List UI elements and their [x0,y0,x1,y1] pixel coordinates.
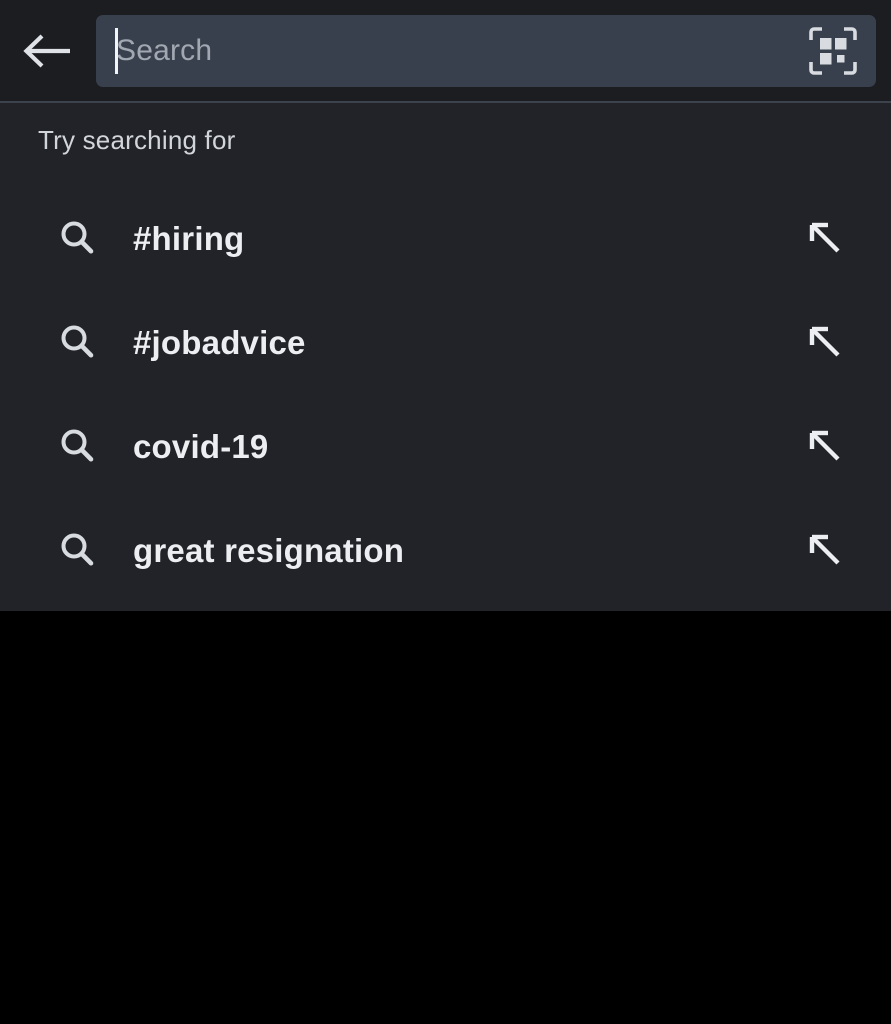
suggestion-label: #jobadvice [133,323,306,361]
search-icon [55,320,99,364]
arrow-up-left-icon [809,222,840,253]
arrow-left-icon [23,32,73,70]
search-placeholder: Search [116,33,213,67]
search-screen: Search Try searching for #hiring #jobadv… [0,0,891,1024]
search-icon [55,424,99,468]
back-button[interactable] [0,0,96,102]
suggestion-label: #hiring [133,219,245,257]
suggestion-row[interactable]: great resignation [0,498,891,602]
search-icon [55,528,99,572]
fill-query-button[interactable] [799,316,851,368]
search-header: Search [0,0,891,103]
suggestion-list: #hiring #jobadvice covid-19 great resign… [0,186,891,602]
suggestion-label: covid-19 [133,427,269,465]
search-input-field[interactable]: Search [96,14,876,87]
fill-query-button[interactable] [799,524,851,576]
suggestion-row[interactable]: #hiring [0,186,891,290]
arrow-up-left-icon [809,534,840,565]
fill-query-button[interactable] [799,212,851,264]
arrow-up-left-icon [809,430,840,461]
suggestion-label: great resignation [133,531,405,569]
section-title: Try searching for [38,125,236,155]
arrow-up-left-icon [809,326,840,357]
suggestion-row[interactable]: #jobadvice [0,290,891,394]
text-cursor [115,27,118,74]
fill-query-button[interactable] [799,420,851,472]
empty-content-area [0,611,891,1024]
qr-scan-button[interactable] [798,16,868,86]
qr-code-scan-icon [807,25,859,77]
suggestion-row[interactable]: covid-19 [0,394,891,498]
search-icon [55,216,99,260]
suggestions-panel: Try searching for #hiring #jobadvice cov… [0,103,891,611]
